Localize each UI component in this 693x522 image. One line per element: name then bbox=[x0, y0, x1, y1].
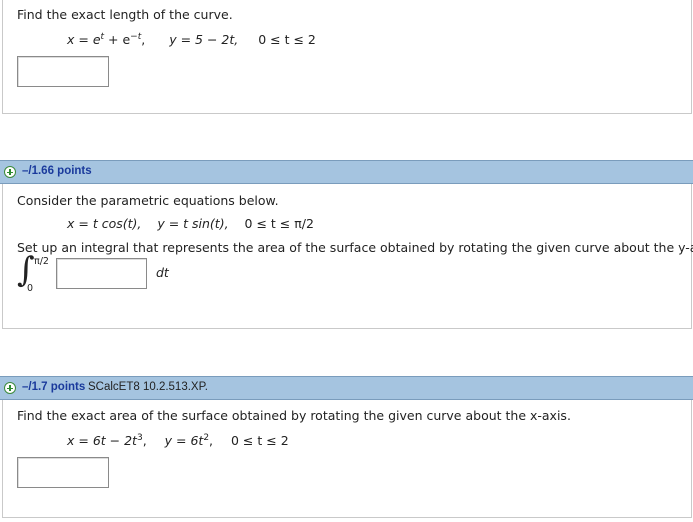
eq-y: y = 6t2, bbox=[164, 433, 214, 449]
question-2-integrand-input[interactable] bbox=[56, 258, 147, 289]
eq-range: 0 ≤ t ≤ 2 bbox=[231, 433, 289, 449]
question-1-equation: x = et + e−t, y = 5 − 2t, 0 ≤ t ≤ 2 bbox=[67, 32, 316, 47]
integral-lower-limit: 0 bbox=[27, 283, 34, 294]
expand-plus-icon[interactable] bbox=[4, 382, 16, 394]
integral-differential: dt bbox=[156, 265, 169, 280]
question-2-equation: x = t cos(t), y = t sin(t), 0 ≤ t ≤ π/2 bbox=[67, 216, 314, 231]
integral-upper-limit: π/2 bbox=[34, 256, 49, 267]
eq-range: 0 ≤ t ≤ 2 bbox=[258, 32, 316, 48]
question-1-prompt: Find the exact length of the curve. bbox=[17, 7, 233, 22]
eq-range: 0 ≤ t ≤ π/2 bbox=[244, 216, 314, 231]
question-3-header: –/1.7 points SCalcET8 10.2.513.XP. bbox=[0, 376, 693, 400]
question-3-equation: x = 6t − 2t3, y = 6t2, 0 ≤ t ≤ 2 bbox=[67, 433, 289, 448]
expand-plus-icon[interactable] bbox=[4, 166, 16, 178]
question-3-points: –/1.7 points bbox=[22, 381, 86, 393]
question-3-source: SCalcET8 10.2.513.XP. bbox=[88, 381, 208, 393]
question-3-panel: Find the exact area of the surface obtai… bbox=[2, 400, 692, 518]
question-2-points: –/1.66 points bbox=[22, 165, 92, 177]
eq-x: x = t cos(t), bbox=[67, 216, 142, 231]
eq-x: x = et + e−t, bbox=[67, 32, 146, 48]
question-2-panel: Consider the parametric equations below.… bbox=[2, 184, 693, 329]
eq-y: y = 5 − 2t, bbox=[169, 32, 239, 48]
integral-sign: ∫ bbox=[17, 250, 35, 290]
question-3-prompt: Find the exact area of the surface obtai… bbox=[17, 408, 571, 423]
question-3-answer-input[interactable] bbox=[17, 457, 109, 488]
question-1-panel: Find the exact length of the curve. x = … bbox=[2, 0, 692, 114]
question-2-instruction: Set up an integral that represents the a… bbox=[17, 240, 693, 255]
question-1-answer-input[interactable] bbox=[17, 56, 109, 87]
eq-x: x = 6t − 2t3, bbox=[67, 433, 147, 449]
question-2-header: –/1.66 points bbox=[0, 160, 693, 184]
question-2-prompt: Consider the parametric equations below. bbox=[17, 193, 279, 208]
eq-y: y = t sin(t), bbox=[157, 216, 229, 231]
